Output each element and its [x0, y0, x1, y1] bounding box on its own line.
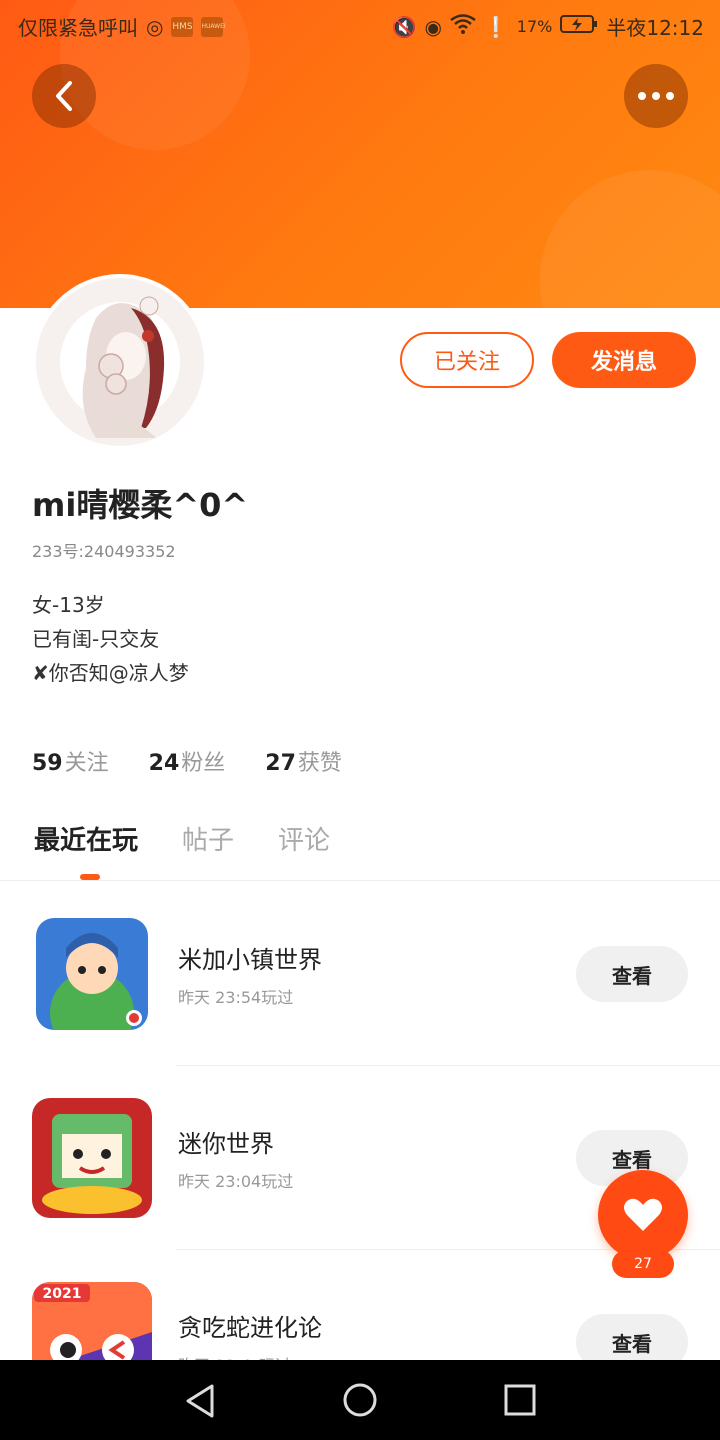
chevron-left-icon: [56, 81, 72, 111]
stat-followers[interactable]: 24粉丝: [149, 745, 226, 777]
tabs-divider: [0, 880, 720, 881]
signal-icon: ◎: [146, 14, 164, 39]
back-nav-icon[interactable]: [184, 1384, 216, 1418]
stat-likes[interactable]: 27获赞: [265, 745, 342, 777]
system-navigation-bar: [0, 1360, 720, 1440]
heart-icon: [624, 1198, 662, 1231]
game-name: 贪吃蛇进化论: [178, 1314, 322, 1342]
snake-year-badge: 2021: [43, 1286, 82, 1302]
battery-icon: [560, 14, 598, 39]
tab-recently-played[interactable]: 最近在玩: [34, 820, 138, 857]
more-dots-icon: [638, 92, 674, 100]
bio-line: ✘你否知@凉人梦: [32, 661, 189, 685]
battery-percent: 17%: [516, 17, 553, 36]
clock: 半夜12:12: [606, 16, 704, 40]
wifi-icon: [450, 14, 476, 39]
more-options-button[interactable]: [624, 64, 688, 128]
home-nav-icon[interactable]: [342, 1382, 378, 1418]
game-last-played: 昨天 23:04玩过: [178, 1172, 294, 1191]
stat-label: 获赞: [297, 751, 342, 776]
tab-posts[interactable]: 帖子: [182, 820, 234, 857]
hms-badge: HMS: [171, 16, 194, 37]
bio-line: 已有闺-只交友: [32, 627, 160, 651]
back-button[interactable]: [32, 64, 96, 128]
recents-nav-icon[interactable]: [504, 1384, 536, 1416]
game-icon-mini-world: [32, 1098, 152, 1218]
stat-label: 粉丝: [181, 751, 226, 776]
user-id: 233号:240493352: [32, 542, 176, 561]
tab-comments[interactable]: 评论: [278, 820, 330, 857]
game-icon-miga-town: [36, 918, 148, 1030]
game-list-item[interactable]: 米加小镇世界 昨天 23:54玩过 查看: [0, 882, 720, 1066]
profile-tabs: 最近在玩 帖子 评论: [34, 820, 330, 857]
avatar-illustration: [36, 278, 204, 446]
mute-icon: 🔇: [391, 14, 417, 39]
send-message-button[interactable]: 发消息: [552, 332, 696, 388]
carrier-text: 仅限紧急呼叫: [18, 16, 138, 40]
status-bar: 仅限紧急呼叫 ◎ HMS HUAWEI 🔇 ◉ ❕ 17% 半夜12:12: [0, 0, 720, 50]
bio: 女-13岁 已有闺-只交友 ✘你否知@凉人梦: [32, 588, 189, 690]
like-button[interactable]: [598, 1170, 688, 1260]
eye-icon: ◉: [424, 14, 442, 39]
stat-count: 59: [32, 751, 63, 776]
followed-button[interactable]: 已关注: [400, 332, 534, 388]
game-name: 米加小镇世界: [178, 946, 322, 974]
alert-icon: ❕: [483, 14, 509, 39]
avatar[interactable]: [36, 278, 204, 446]
stat-count: 27: [265, 751, 296, 776]
huawei-badge: HUAWEI: [201, 16, 226, 37]
stat-count: 24: [148, 751, 180, 776]
username: mi晴樱柔^0^: [32, 486, 249, 524]
game-name: 迷你世界: [178, 1130, 274, 1158]
stat-label: 关注: [64, 751, 109, 776]
view-game-button[interactable]: 查看: [576, 946, 688, 1002]
like-count-badge: 27: [612, 1250, 674, 1278]
decor-circle: [540, 170, 720, 308]
profile-stats: 59关注 24粉丝 27获赞: [32, 745, 342, 777]
bio-line: 女-13岁: [32, 593, 105, 617]
stat-following[interactable]: 59关注: [32, 745, 109, 777]
game-last-played: 昨天 23:54玩过: [178, 988, 294, 1007]
